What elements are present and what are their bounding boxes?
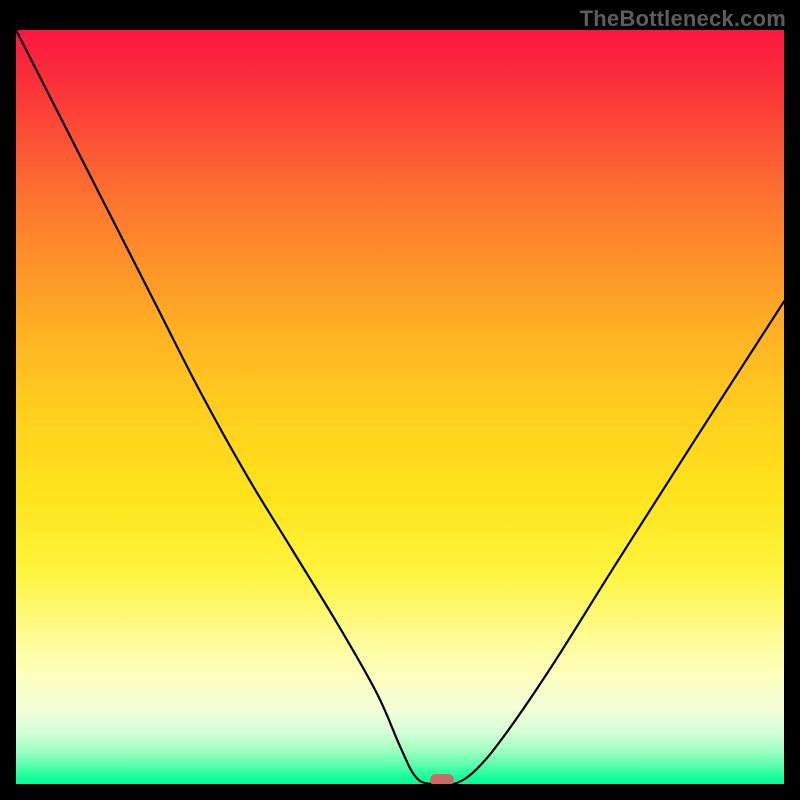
optimal-point-marker xyxy=(430,774,454,784)
watermark-text: TheBottleneck.com xyxy=(580,6,786,32)
chart-frame: TheBottleneck.com xyxy=(0,0,800,800)
bottleneck-curve xyxy=(16,30,784,784)
plot-area xyxy=(16,30,784,784)
